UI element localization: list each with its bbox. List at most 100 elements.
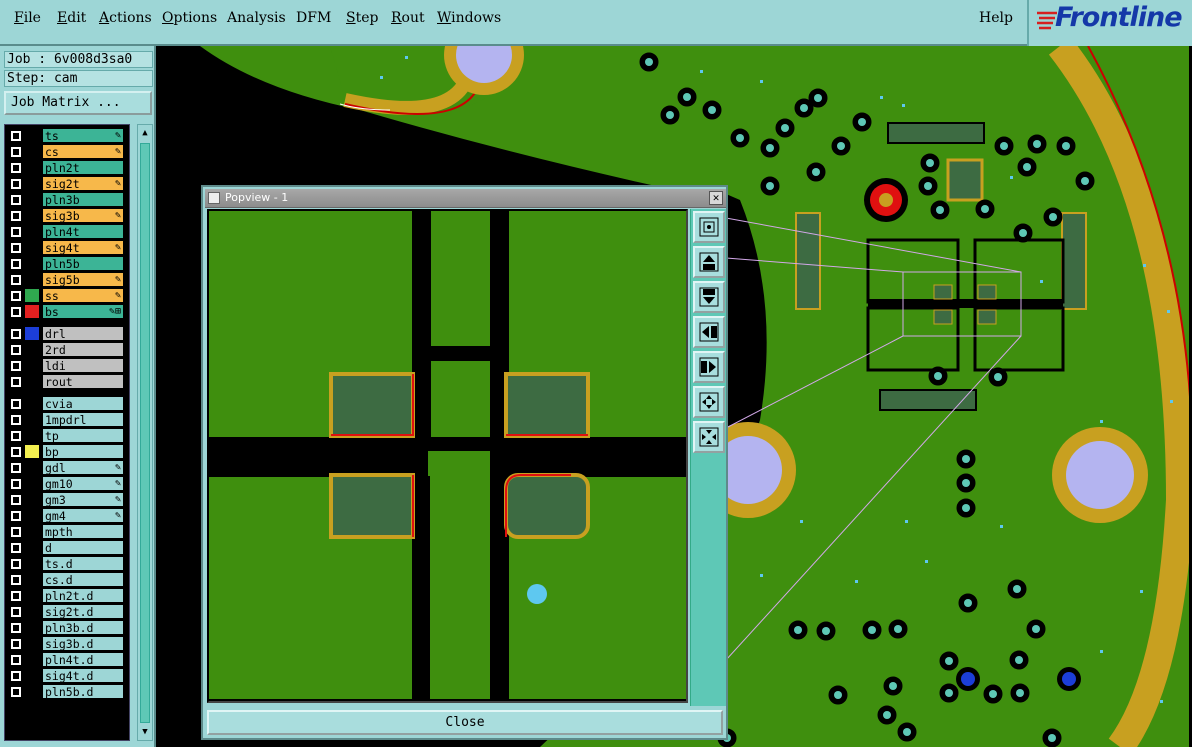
layer-row[interactable]: mpth — [5, 524, 131, 539]
layer-checkbox[interactable] — [11, 655, 21, 665]
layer-color-swatch[interactable] — [25, 413, 39, 426]
layer-color-swatch[interactable] — [25, 129, 39, 142]
layer-row[interactable]: d — [5, 540, 131, 555]
layer-row[interactable]: cs ✎ — [5, 144, 131, 159]
layer-color-swatch[interactable] — [25, 177, 39, 190]
layer-name[interactable]: pln3b.d — [42, 620, 124, 635]
menu-actions[interactable]: Actions — [99, 10, 152, 26]
layer-checkbox[interactable] — [11, 275, 21, 285]
layer-name[interactable]: cs ✎ — [42, 144, 124, 159]
layer-name[interactable]: ldi — [42, 358, 124, 373]
layer-checkbox[interactable] — [11, 591, 21, 601]
layer-color-swatch[interactable] — [25, 145, 39, 158]
layer-checkbox[interactable] — [11, 687, 21, 697]
layer-color-swatch[interactable] — [25, 193, 39, 206]
menu-windows[interactable]: Windows — [437, 10, 501, 26]
layer-scrollbar[interactable]: ▲ ▼ — [137, 124, 153, 741]
layer-name[interactable]: gm10 ✎ — [42, 476, 124, 491]
layer-checkbox[interactable] — [11, 259, 21, 269]
layer-checkbox[interactable] — [11, 639, 21, 649]
menu-rout[interactable]: Rout — [391, 10, 425, 26]
layer-row[interactable]: pln3b.d — [5, 620, 131, 635]
zoom-out-button[interactable] — [693, 386, 725, 418]
layer-checkbox[interactable] — [11, 415, 21, 425]
layer-color-swatch[interactable] — [25, 305, 39, 318]
layer-name[interactable]: sig3b ✎ — [42, 208, 124, 223]
layer-row[interactable]: gm3 ✎ — [5, 492, 131, 507]
layer-checkbox[interactable] — [11, 607, 21, 617]
layer-row[interactable]: gdl ✎ — [5, 460, 131, 475]
layer-name[interactable]: pln2t.d — [42, 588, 124, 603]
layer-checkbox[interactable] — [11, 399, 21, 409]
layer-color-swatch[interactable] — [25, 525, 39, 538]
layer-name[interactable]: bp — [42, 444, 124, 459]
layer-checkbox[interactable] — [11, 511, 21, 521]
layer-name[interactable]: sig2t.d — [42, 604, 124, 619]
layer-color-swatch[interactable] — [25, 161, 39, 174]
layer-row[interactable]: bp — [5, 444, 131, 459]
layer-checkbox[interactable] — [11, 431, 21, 441]
menu-options[interactable]: Options — [162, 10, 217, 26]
pan-right-button[interactable] — [693, 351, 725, 383]
layer-row[interactable]: pln4t — [5, 224, 131, 239]
layer-color-swatch[interactable] — [25, 397, 39, 410]
popview-title-bar[interactable]: Popview - 1 ✕ — [205, 189, 726, 208]
layer-name[interactable]: pln2t — [42, 160, 124, 175]
layer-name[interactable]: tp — [42, 428, 124, 443]
layer-checkbox[interactable] — [11, 211, 21, 221]
window-menu-icon[interactable] — [208, 192, 220, 204]
layer-color-swatch[interactable] — [25, 573, 39, 586]
zoom-in-button[interactable] — [693, 421, 725, 453]
layer-checkbox[interactable] — [11, 291, 21, 301]
layer-name[interactable]: gdl ✎ — [42, 460, 124, 475]
layer-color-swatch[interactable] — [25, 557, 39, 570]
layer-checkbox[interactable] — [11, 243, 21, 253]
layer-color-swatch[interactable] — [25, 653, 39, 666]
layer-name[interactable]: mpth — [42, 524, 124, 539]
layer-name[interactable]: 2rd — [42, 342, 124, 357]
layer-checkbox[interactable] — [11, 307, 21, 317]
layer-color-swatch[interactable] — [25, 209, 39, 222]
layer-name[interactable]: sig3b.d — [42, 636, 124, 651]
layer-color-swatch[interactable] — [25, 493, 39, 506]
layer-name[interactable]: ts ✎ — [42, 128, 124, 143]
layer-checkbox[interactable] — [11, 671, 21, 681]
layer-checkbox[interactable] — [11, 479, 21, 489]
layer-row[interactable]: sig3b ✎ — [5, 208, 131, 223]
layer-checkbox[interactable] — [11, 527, 21, 537]
layer-color-swatch[interactable] — [25, 289, 39, 302]
layer-name[interactable]: ts.d — [42, 556, 124, 571]
scroll-down-icon[interactable]: ▼ — [139, 726, 151, 738]
pan-left-button[interactable] — [693, 316, 725, 348]
layer-color-swatch[interactable] — [25, 541, 39, 554]
layer-row[interactable]: ts ✎ — [5, 128, 131, 143]
layer-row[interactable]: pln2t.d — [5, 588, 131, 603]
layer-row[interactable]: rout — [5, 374, 131, 389]
menu-help[interactable]: Help — [979, 10, 1013, 26]
layer-checkbox[interactable] — [11, 131, 21, 141]
layer-checkbox[interactable] — [11, 463, 21, 473]
popview-canvas[interactable] — [207, 209, 688, 703]
layer-name[interactable]: pln4t — [42, 224, 124, 239]
layer-checkbox[interactable] — [11, 179, 21, 189]
layer-checkbox[interactable] — [11, 575, 21, 585]
layer-name[interactable]: pln4t.d — [42, 652, 124, 667]
layer-name[interactable]: d — [42, 540, 124, 555]
menu-step[interactable]: Step — [346, 10, 378, 26]
close-button[interactable]: Close — [207, 710, 723, 735]
layer-row[interactable]: ss ✎ — [5, 288, 131, 303]
layer-row[interactable]: gm10 ✎ — [5, 476, 131, 491]
menu-analysis[interactable]: Analysis — [227, 10, 286, 26]
layer-color-swatch[interactable] — [25, 509, 39, 522]
layer-row[interactable]: ts.d — [5, 556, 131, 571]
scroll-thumb[interactable] — [140, 143, 150, 723]
layer-color-swatch[interactable] — [25, 225, 39, 238]
layer-row[interactable]: pln2t — [5, 160, 131, 175]
layer-color-swatch[interactable] — [25, 273, 39, 286]
layer-checkbox[interactable] — [11, 345, 21, 355]
layer-color-swatch[interactable] — [25, 621, 39, 634]
layer-row[interactable]: pln3b — [5, 192, 131, 207]
layer-color-swatch[interactable] — [25, 669, 39, 682]
layer-checkbox[interactable] — [11, 495, 21, 505]
scroll-up-icon[interactable]: ▲ — [139, 127, 151, 139]
